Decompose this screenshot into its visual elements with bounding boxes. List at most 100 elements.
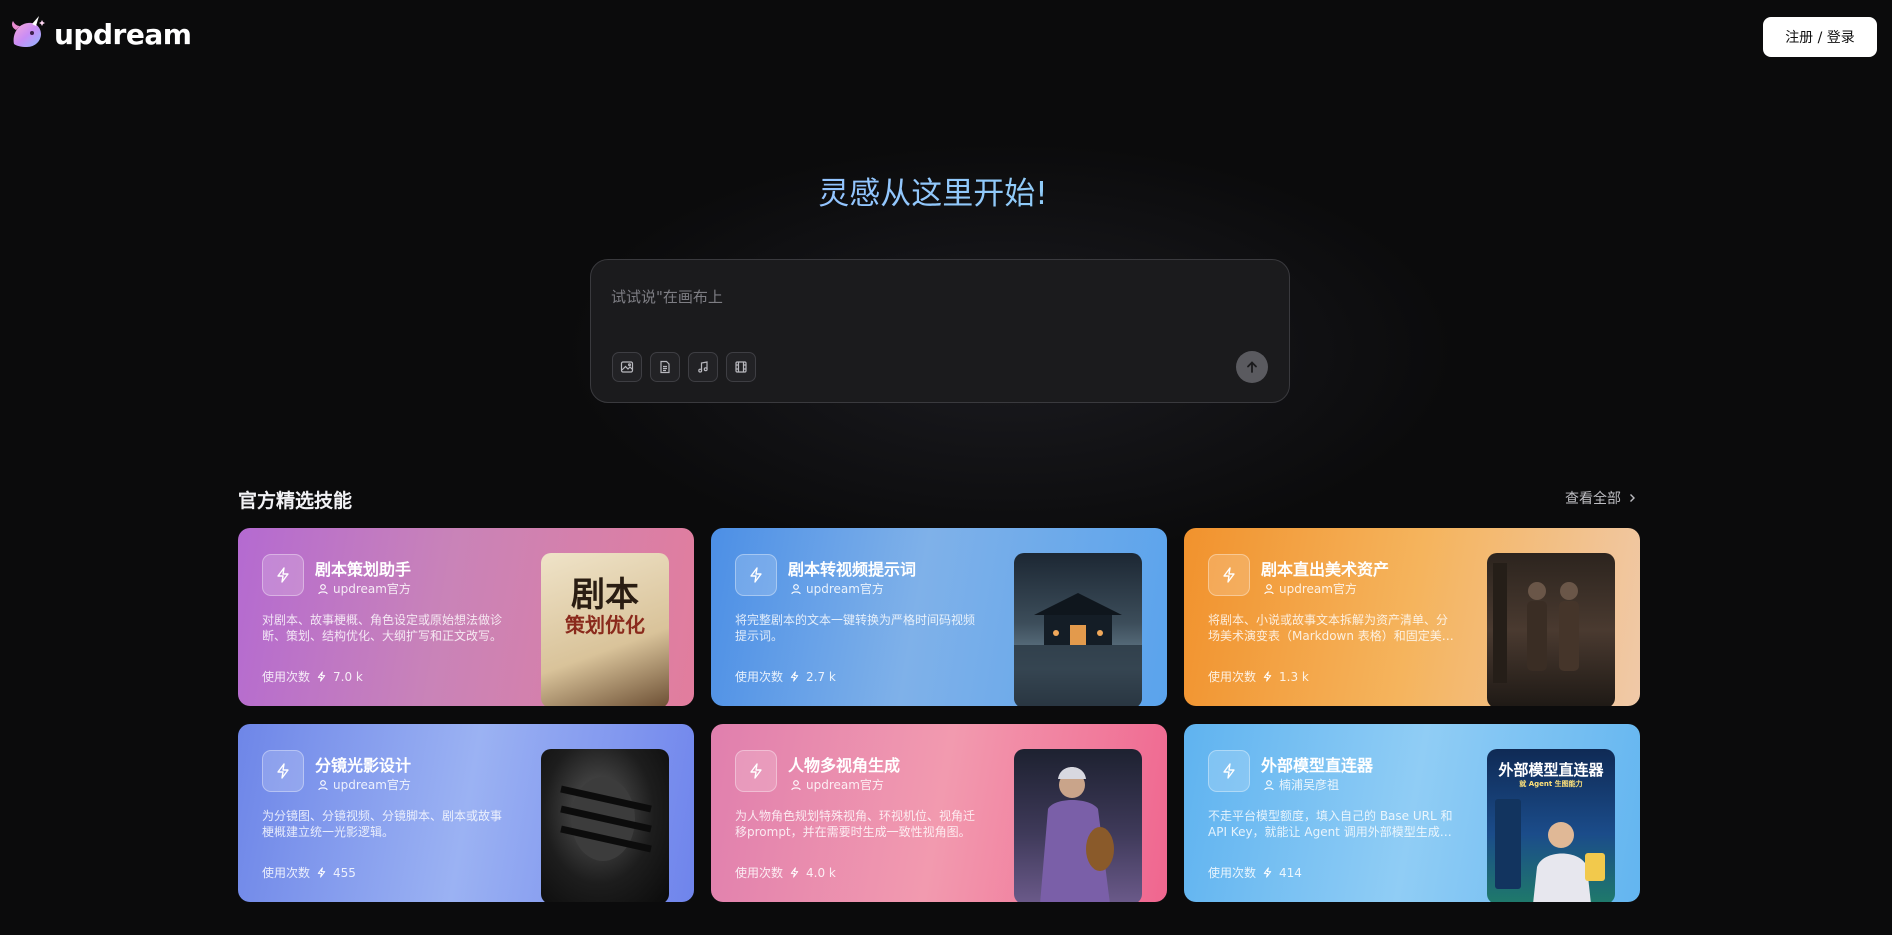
- card-description: 为分镜图、分镜视频、分镜脚本、剧本或故事梗概建立统一光影逻辑。: [262, 809, 503, 839]
- skill-card[interactable]: 剧本策划助手 updream官方 对剧本、故事梗概、角色设定或原始想法做诊断、策…: [238, 528, 694, 706]
- usage-label: 使用次数: [1208, 670, 1257, 684]
- card-author-name: updream官方: [333, 582, 411, 596]
- skill-card[interactable]: 剧本直出美术资产 updream官方 将剧本、小说或故事文本拆解为资产清单、分场…: [1184, 528, 1640, 706]
- card-author-name: updream官方: [1279, 582, 1357, 596]
- card-author-name: updream官方: [806, 778, 884, 792]
- usage-count: 2.7 k: [806, 669, 836, 684]
- card-description: 为人物角色规划特殊视角、环视机位、视角迁移prompt，并在需要时生成一致性视角…: [735, 809, 976, 839]
- card-title: 外部模型直连器: [1261, 756, 1374, 775]
- card-thumbnail: [1014, 553, 1142, 706]
- user-icon: [791, 779, 801, 790]
- usage-count: 414: [1279, 865, 1302, 880]
- usage-label: 使用次数: [262, 670, 311, 684]
- card-author-name: updream官方: [806, 582, 884, 596]
- section-title: 官方精选技能: [238, 490, 353, 512]
- card-title: 分镜光影设计: [315, 756, 412, 775]
- lightning-small-icon: [317, 867, 326, 878]
- send-button[interactable]: [1236, 351, 1268, 383]
- lightning-small-icon: [1263, 867, 1272, 878]
- upload-image-button[interactable]: [612, 352, 642, 382]
- card-title: 人物多视角生成: [788, 756, 901, 775]
- skill-card[interactable]: 外部模型直连器 楠浦吴彦祖 不走平台模型额度，填入自己的 Base URL 和 …: [1184, 724, 1640, 902]
- card-description: 对剧本、故事梗概、角色设定或原始想法做诊断、策划、结构优化、大纲扩写和正文改写。: [262, 613, 503, 643]
- card-thumbnail: [1487, 553, 1615, 706]
- lightning-icon: [1208, 750, 1250, 792]
- skill-card[interactable]: 剧本转视频提示词 updream官方 将完整剧本的文本一键转换为严格时间码视频提…: [711, 528, 1167, 706]
- characters-illustration: [1493, 563, 1579, 683]
- upload-video-button[interactable]: [726, 352, 756, 382]
- unicorn-logo-icon: [12, 16, 45, 47]
- lightning-icon: [1208, 554, 1250, 596]
- card-description: 不走平台模型额度，填入自己的 Base URL 和 API Key，就能让 Ag…: [1208, 809, 1453, 839]
- lightning-icon: [262, 554, 304, 596]
- lightning-small-icon: [317, 671, 326, 682]
- login-register-button[interactable]: 注册 / 登录: [1763, 17, 1877, 57]
- card-thumbnail: 外部模型直连器 就 Agent 生图能力: [1487, 749, 1615, 902]
- poster-illustration: [1495, 799, 1605, 902]
- brand-logo[interactable]: updream: [8, 14, 192, 54]
- image-icon: [620, 361, 634, 373]
- prompt-composer: [590, 259, 1290, 403]
- card-title: 剧本转视频提示词: [788, 560, 917, 579]
- temple-illustration: [1014, 593, 1142, 706]
- card-author: updream官方: [790, 776, 884, 793]
- user-icon: [318, 583, 328, 594]
- upload-document-button[interactable]: [650, 352, 680, 382]
- upload-audio-button[interactable]: [688, 352, 718, 382]
- card-usage: 使用次数 4.0 k: [735, 864, 836, 881]
- lightning-icon: [735, 554, 777, 596]
- view-all-label: 查看全部: [1565, 491, 1621, 507]
- lightning-icon: [735, 750, 777, 792]
- card-author: updream官方: [1263, 580, 1357, 597]
- character-illustration: [1040, 767, 1114, 902]
- card-author: 楠浦吴彦祖: [1263, 776, 1339, 793]
- hero-title: 灵感从这里开始!: [0, 168, 1866, 213]
- chevron-right-icon: [1630, 494, 1635, 502]
- card-author-name: 楠浦吴彦祖: [1279, 778, 1340, 792]
- card-usage: 使用次数 1.3 k: [1208, 668, 1309, 685]
- card-author: updream官方: [317, 776, 411, 793]
- lightning-small-icon: [790, 867, 799, 878]
- card-usage: 使用次数 2.7 k: [735, 668, 836, 685]
- skill-card[interactable]: 人物多视角生成 updream官方 为人物角色规划特殊视角、环视机位、视角迁移p…: [711, 724, 1167, 902]
- usage-count: 455: [333, 865, 356, 880]
- card-usage: 使用次数 414: [1208, 864, 1302, 881]
- lightning-icon: [262, 750, 304, 792]
- card-author: updream官方: [317, 580, 411, 597]
- usage-count: 1.3 k: [1279, 669, 1309, 684]
- skill-card[interactable]: 分镜光影设计 updream官方 为分镜图、分镜视频、分镜脚本、剧本或故事梗概建…: [238, 724, 694, 902]
- user-icon: [318, 779, 328, 790]
- usage-label: 使用次数: [262, 866, 311, 880]
- card-author-name: updream官方: [333, 778, 411, 792]
- film-icon: [735, 361, 747, 373]
- card-author: updream官方: [790, 580, 884, 597]
- thumbnail-subtitle: 策划优化: [565, 613, 645, 637]
- usage-label: 使用次数: [735, 670, 784, 684]
- card-usage: 使用次数 455: [262, 864, 356, 881]
- user-icon: [1264, 779, 1274, 790]
- card-description: 将剧本、小说或故事文本拆解为资产清单、分场美术演变表（Markdown 表格）和…: [1208, 613, 1454, 643]
- user-icon: [1264, 583, 1274, 594]
- usage-label: 使用次数: [1208, 866, 1257, 880]
- attachment-toolbar: [612, 352, 756, 382]
- card-thumbnail: [1014, 749, 1142, 902]
- usage-label: 使用次数: [735, 866, 784, 880]
- brand-name: updream: [54, 17, 192, 51]
- card-description: 将完整剧本的文本一键转换为严格时间码视频提示词。: [735, 613, 976, 643]
- lightning-small-icon: [1263, 671, 1272, 682]
- view-all-link[interactable]: 查看全部: [1565, 488, 1637, 508]
- user-icon: [791, 583, 801, 594]
- document-icon: [660, 360, 670, 374]
- card-title: 剧本直出美术资产: [1261, 560, 1390, 579]
- arrow-up-icon: [1247, 361, 1257, 373]
- usage-count: 7.0 k: [333, 669, 363, 684]
- card-thumbnail: 剧本 策划优化: [541, 553, 669, 706]
- usage-count: 4.0 k: [806, 865, 836, 880]
- card-thumbnail: [541, 749, 669, 902]
- lightning-small-icon: [790, 671, 799, 682]
- face-shadow-illustration: [560, 777, 652, 861]
- prompt-input[interactable]: [611, 282, 1251, 312]
- card-usage: 使用次数 7.0 k: [262, 668, 363, 685]
- music-icon: [698, 361, 708, 373]
- card-title: 剧本策划助手: [315, 560, 412, 579]
